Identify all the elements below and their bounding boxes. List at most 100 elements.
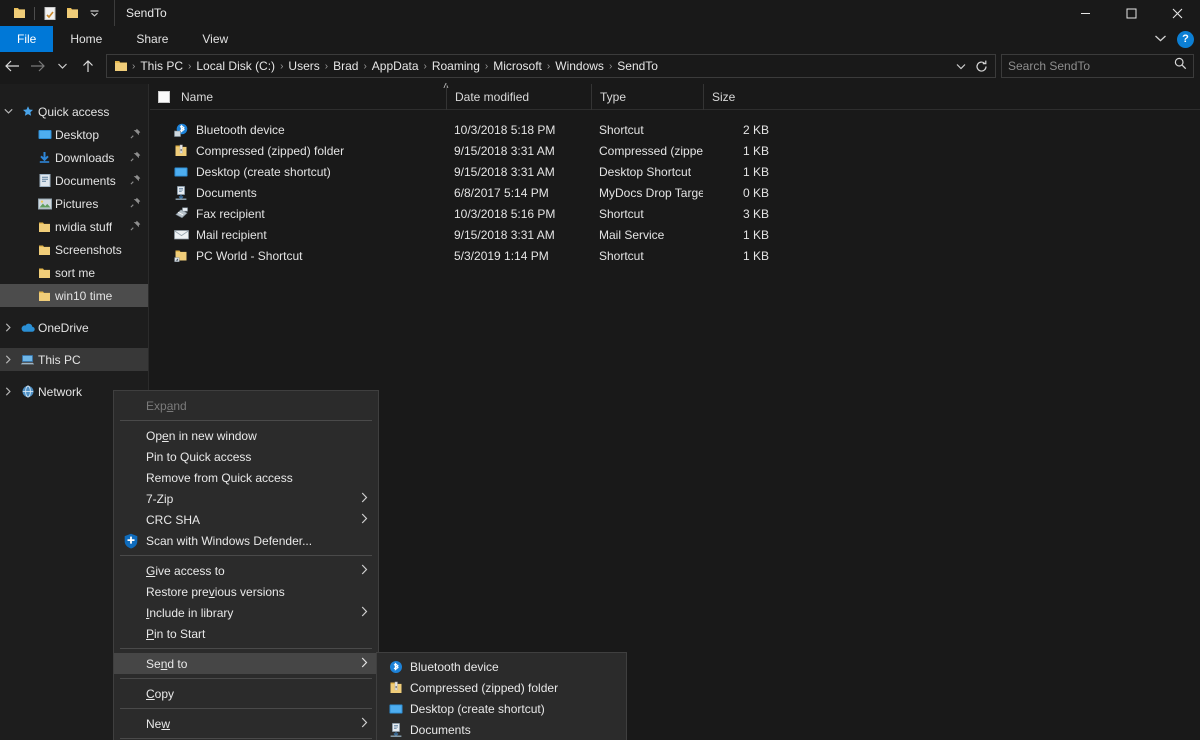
breadcrumb[interactable]: › This PC › Local Disk (C:) › Users › Br… bbox=[106, 54, 996, 78]
table-row[interactable]: Documents 6/8/2017 5:14 PM MyDocs Drop T… bbox=[150, 182, 1200, 203]
pin-icon[interactable] bbox=[130, 151, 141, 165]
file-date-cell: 9/15/2018 3:31 AM bbox=[454, 164, 555, 179]
folder-icon bbox=[34, 267, 55, 279]
breadcrumb-item-roaming[interactable]: Roaming bbox=[428, 55, 484, 77]
submenu-item-bluetooth-device[interactable]: Bluetooth device bbox=[377, 656, 626, 677]
table-row[interactable]: Bluetooth device 10/3/2018 5:18 PM Short… bbox=[150, 119, 1200, 140]
refresh-icon[interactable] bbox=[971, 55, 991, 77]
select-all-checkbox[interactable] bbox=[158, 90, 170, 103]
chevron-down-icon[interactable] bbox=[0, 108, 17, 115]
sidebar-item-nvidia-stuff[interactable]: nvidia stuff bbox=[0, 215, 148, 238]
desktop-icon bbox=[174, 166, 196, 178]
search-box[interactable]: Search SendTo bbox=[1001, 54, 1194, 78]
menu-item-label: Restore previous versions bbox=[146, 584, 285, 599]
properties-icon[interactable] bbox=[39, 2, 61, 24]
table-row[interactable]: PC World - Shortcut 5/3/2019 1:14 PM Sho… bbox=[150, 245, 1200, 266]
file-type-cell: Shortcut bbox=[599, 206, 644, 221]
sidebar-item-win10-time[interactable]: win10 time bbox=[0, 284, 148, 307]
menu-item-pin-to-start[interactable]: Pin to Start bbox=[114, 623, 378, 644]
menu-item-restore-previous-versions[interactable]: Restore previous versions bbox=[114, 581, 378, 602]
table-row[interactable]: Desktop (create shortcut) 9/15/2018 3:31… bbox=[150, 161, 1200, 182]
maximize-button[interactable] bbox=[1108, 0, 1154, 26]
file-name-cell: Mail recipient bbox=[150, 228, 446, 242]
menu-item-remove-from-quick-access[interactable]: Remove from Quick access bbox=[114, 467, 378, 488]
up-button[interactable] bbox=[75, 53, 100, 79]
sidebar-item-onedrive[interactable]: OneDrive bbox=[0, 316, 148, 339]
menu-item-give-access-to[interactable]: Give access to bbox=[114, 560, 378, 581]
column-header-label: Name bbox=[181, 89, 214, 104]
breadcrumb-item-users[interactable]: Users bbox=[284, 55, 323, 77]
pin-icon[interactable] bbox=[130, 197, 141, 211]
context-menu: Expand Open in new window Pin to Quick a… bbox=[113, 390, 379, 740]
breadcrumb-item-local-disk[interactable]: Local Disk (C:) bbox=[192, 55, 279, 77]
sidebar-group-quick-access[interactable]: Quick access bbox=[0, 100, 148, 123]
pin-icon[interactable] bbox=[130, 174, 141, 188]
breadcrumb-item-windows[interactable]: Windows bbox=[551, 55, 608, 77]
column-header-date-modified[interactable]: Date modified bbox=[446, 83, 591, 110]
tab-home[interactable]: Home bbox=[53, 26, 119, 52]
table-row[interactable]: Fax recipient 10/3/2018 5:16 PM Shortcut… bbox=[150, 203, 1200, 224]
chevron-down-icon[interactable] bbox=[1154, 30, 1167, 48]
recent-locations-button[interactable] bbox=[50, 53, 75, 79]
bluetooth-icon bbox=[385, 660, 410, 674]
sidebar-item-downloads[interactable]: Downloads bbox=[0, 146, 148, 169]
menu-item-crc-sha[interactable]: CRC SHA bbox=[114, 509, 378, 530]
pin-icon[interactable] bbox=[130, 220, 141, 234]
menu-item-label: New bbox=[146, 716, 171, 731]
menu-item-7-zip[interactable]: 7-Zip bbox=[114, 488, 378, 509]
menu-item-label: Scan with Windows Defender... bbox=[146, 533, 313, 548]
pin-icon[interactable] bbox=[130, 128, 141, 142]
tab-view[interactable]: View bbox=[185, 26, 245, 52]
chevron-right-icon[interactable] bbox=[0, 355, 17, 364]
file-type-cell: MyDocs Drop Target bbox=[599, 185, 703, 200]
customize-dropdown-icon[interactable] bbox=[83, 2, 105, 24]
menu-separator bbox=[120, 648, 372, 649]
documents-drop-icon bbox=[385, 722, 410, 737]
menu-separator bbox=[120, 738, 372, 739]
chevron-right-icon[interactable] bbox=[0, 323, 17, 332]
zip-folder-icon bbox=[385, 681, 410, 695]
new-folder-icon[interactable] bbox=[61, 2, 83, 24]
breadcrumb-item-brad[interactable]: Brad bbox=[329, 55, 362, 77]
column-header-size[interactable]: Size bbox=[703, 83, 791, 110]
submenu-item-compressed-zipped-folder[interactable]: Compressed (zipped) folder bbox=[377, 677, 626, 698]
breadcrumb-item-this-pc[interactable]: This PC bbox=[136, 55, 187, 77]
menu-item-new[interactable]: New bbox=[114, 713, 378, 734]
minimize-button[interactable] bbox=[1062, 0, 1108, 26]
sidebar-item-sort-me[interactable]: sort me bbox=[0, 261, 148, 284]
sidebar-item-pictures[interactable]: Pictures bbox=[0, 192, 148, 215]
column-header-name[interactable]: Name bbox=[150, 84, 446, 110]
tab-file[interactable]: File bbox=[0, 26, 54, 52]
table-row[interactable]: Compressed (zipped) folder 9/15/2018 3:3… bbox=[150, 140, 1200, 161]
sidebar-item-screenshots[interactable]: Screenshots bbox=[0, 238, 148, 261]
folder-icon[interactable] bbox=[8, 2, 30, 24]
sidebar-item-this-pc[interactable]: This PC bbox=[0, 348, 148, 371]
breadcrumb-item-sendto[interactable]: SendTo bbox=[613, 55, 662, 77]
table-row[interactable]: Mail recipient 9/15/2018 3:31 AM Mail Se… bbox=[150, 224, 1200, 245]
menu-item-pin-to-quick-access[interactable]: Pin to Quick access bbox=[114, 446, 378, 467]
chevron-down-icon[interactable] bbox=[951, 55, 971, 77]
help-icon[interactable]: ? bbox=[1177, 30, 1194, 48]
breadcrumb-item-appdata[interactable]: AppData bbox=[368, 55, 423, 77]
menu-item-send-to[interactable]: Send to bbox=[114, 653, 378, 674]
close-button[interactable] bbox=[1154, 0, 1200, 26]
submenu-item-desktop-create-shortcut[interactable]: Desktop (create shortcut) bbox=[377, 698, 626, 719]
file-name-label: Bluetooth device bbox=[196, 122, 285, 137]
tab-share[interactable]: Share bbox=[119, 26, 185, 52]
menu-item-copy[interactable]: Copy bbox=[114, 683, 378, 704]
column-header-type[interactable]: Type bbox=[591, 83, 703, 110]
menu-separator bbox=[120, 708, 372, 709]
sidebar-item-desktop[interactable]: Desktop bbox=[0, 123, 148, 146]
forward-button[interactable] bbox=[25, 53, 50, 79]
back-button[interactable] bbox=[0, 53, 25, 79]
menu-item-scan-with-windows-defender[interactable]: Scan with Windows Defender... bbox=[114, 530, 378, 551]
menu-item-include-in-library[interactable]: Include in library bbox=[114, 602, 378, 623]
search-input[interactable]: Search SendTo bbox=[1008, 59, 1174, 73]
breadcrumb-item-microsoft[interactable]: Microsoft bbox=[489, 55, 546, 77]
search-icon[interactable] bbox=[1174, 57, 1187, 75]
submenu-item-documents[interactable]: Documents bbox=[377, 719, 626, 740]
menu-item-open-in-new-window[interactable]: Open in new window bbox=[114, 425, 378, 446]
chevron-right-icon[interactable] bbox=[0, 387, 17, 396]
sidebar-item-documents[interactable]: Documents bbox=[0, 169, 148, 192]
list-top-spacer bbox=[150, 110, 1200, 119]
